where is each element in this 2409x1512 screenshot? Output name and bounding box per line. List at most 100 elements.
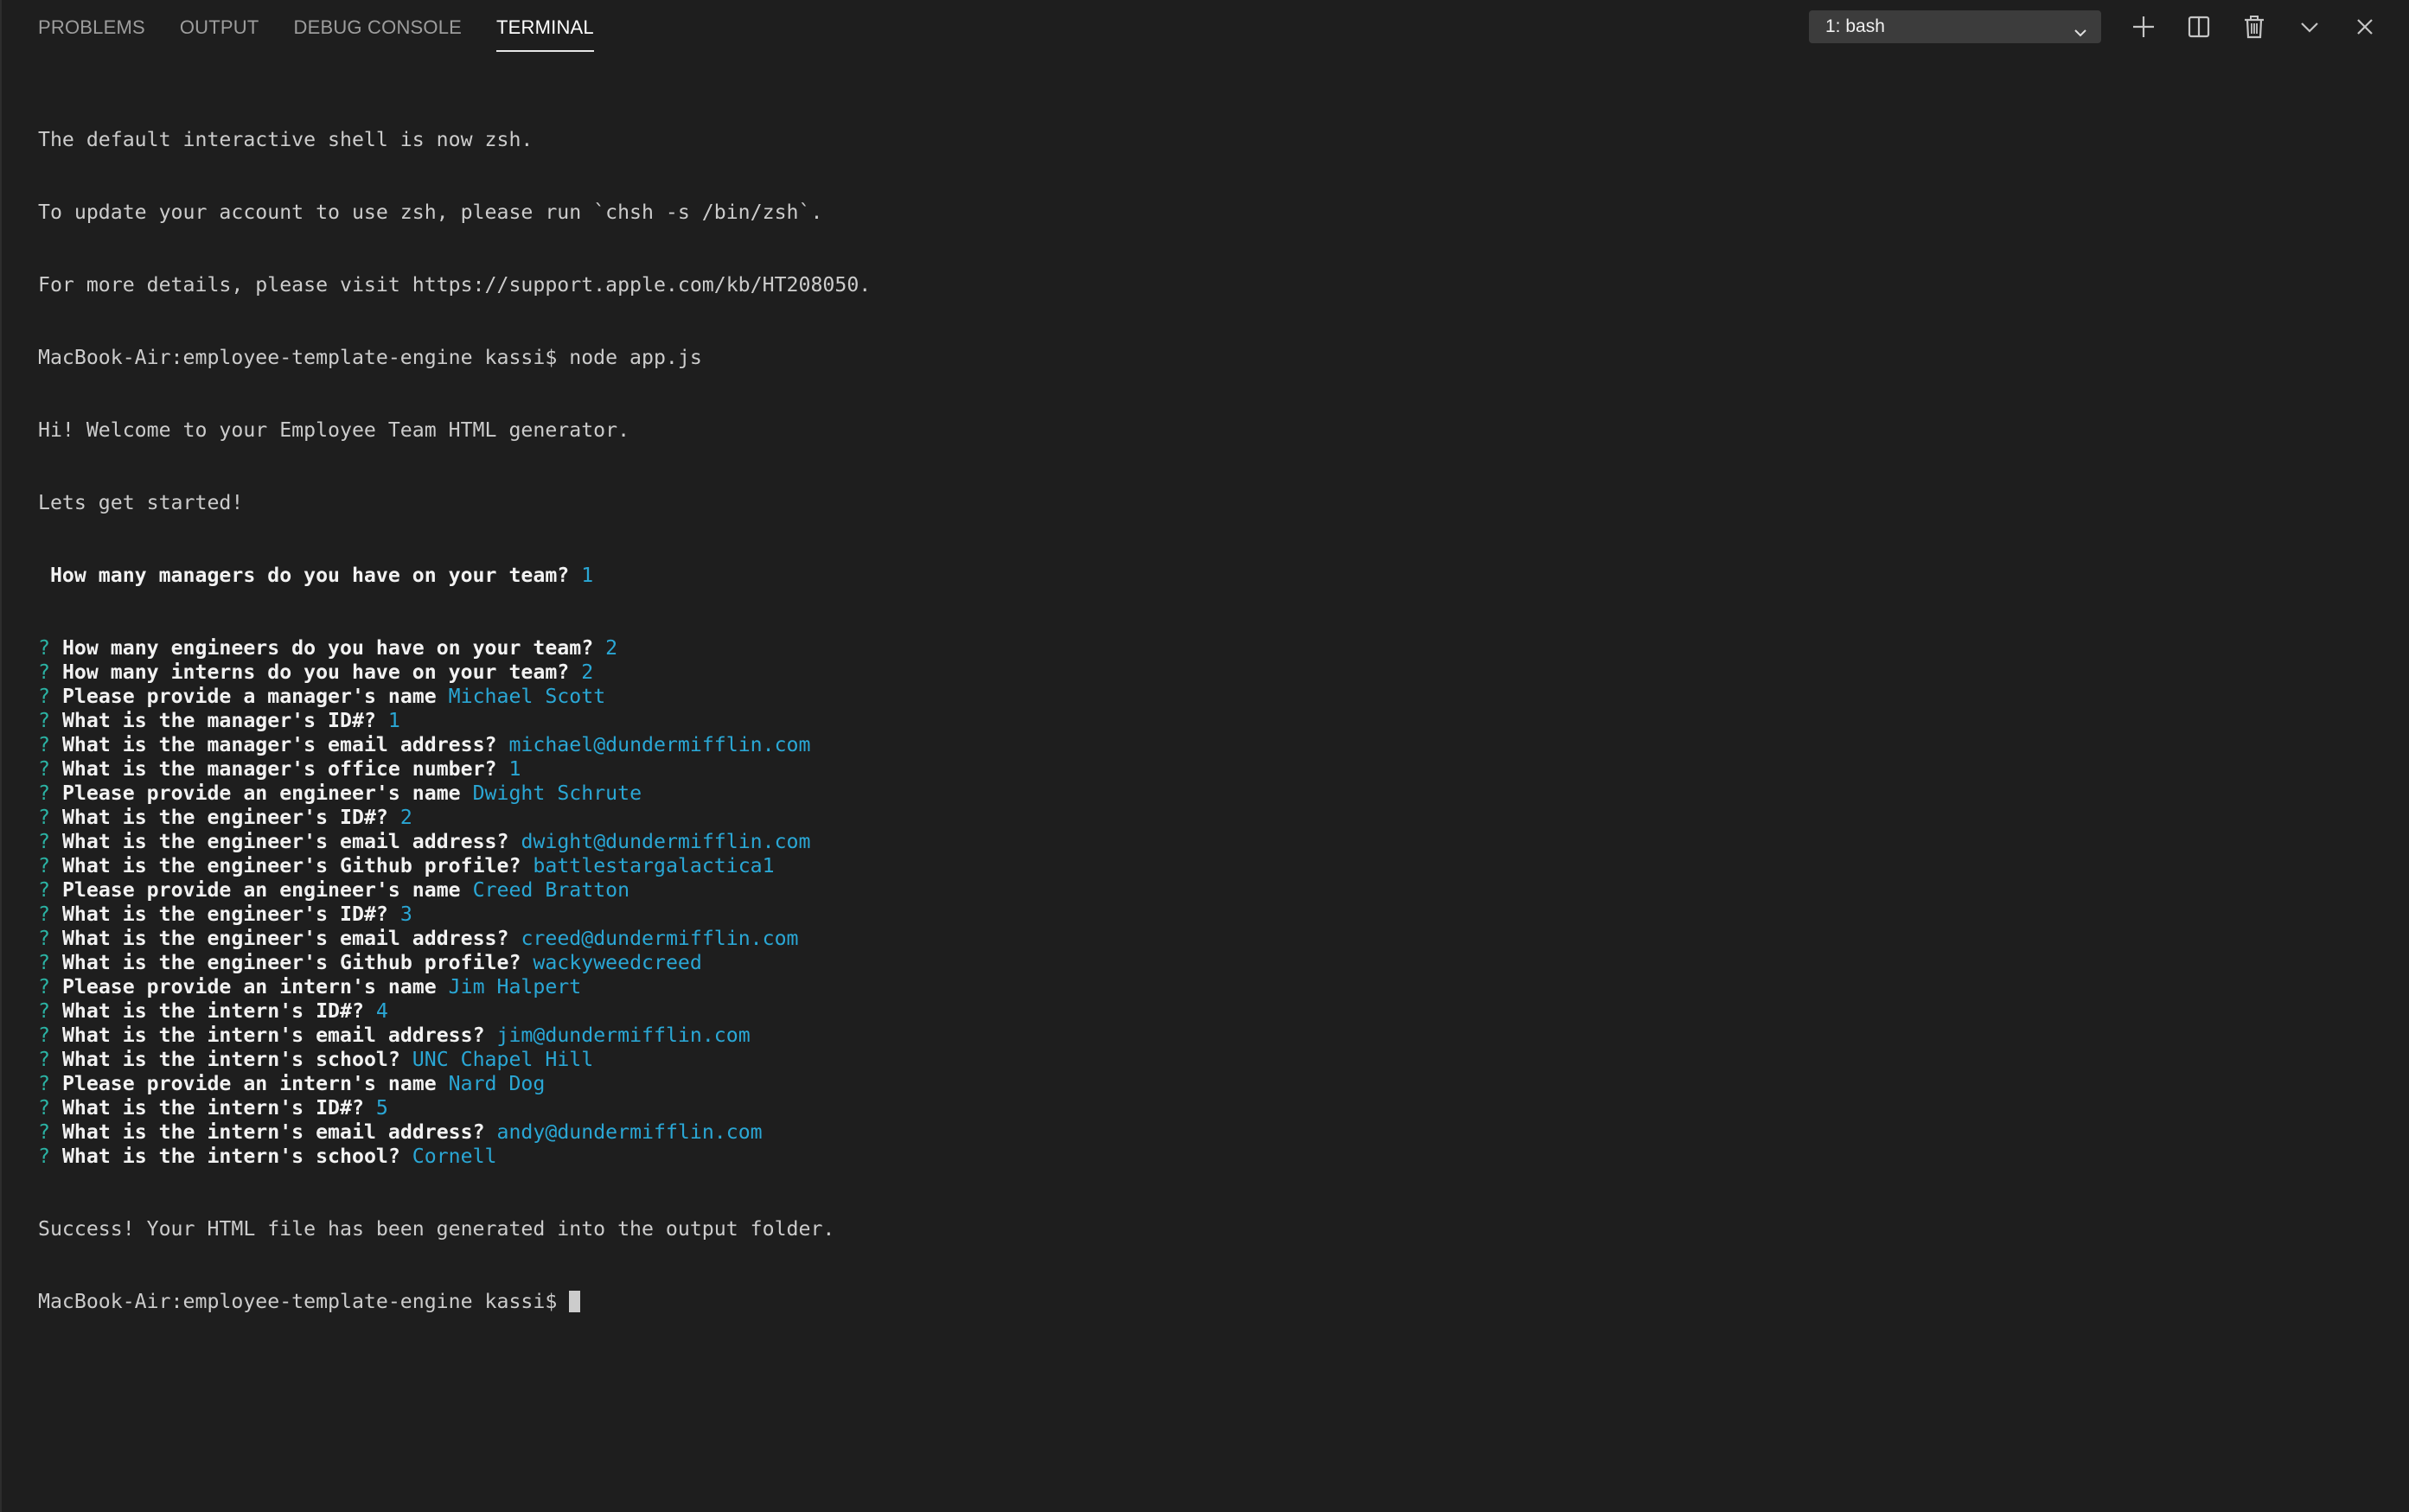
question-text: How many interns do you have on your tea… — [61, 660, 570, 684]
terminal-question-line: ? Please provide an intern's name Nard D… — [38, 1072, 2392, 1096]
shell-select-value: 1: bash — [1825, 16, 1885, 36]
panel-tabs: PROBLEMS OUTPUT DEBUG CONSOLE TERMINAL — [38, 0, 629, 55]
answer-text: michael@dundermifflin.com — [508, 733, 811, 756]
question-mark: ? — [38, 927, 50, 950]
answer-text: UNC Chapel Hill — [412, 1048, 594, 1071]
question-text: Please provide an engineer's name — [61, 782, 461, 805]
terminal-line: MacBook-Air:employee-template-engine kas… — [38, 346, 702, 369]
answer-text: Cornell — [412, 1145, 497, 1168]
question-text: What is the intern's school? — [61, 1048, 400, 1071]
terminal-line: The default interactive shell is now zsh… — [38, 128, 534, 151]
question-mark: ? — [38, 782, 50, 805]
terminal-question-line: ? What is the engineer's ID#? 3 — [38, 903, 2392, 927]
new-terminal-button[interactable] — [2127, 10, 2160, 43]
terminal-question-line: ? What is the intern's school? Cornell — [38, 1145, 2392, 1169]
question-text: Please provide an engineer's name — [61, 878, 461, 902]
question-mark: ? — [38, 1096, 50, 1120]
question-mark: ? — [38, 709, 50, 732]
question-mark: ? — [38, 806, 50, 829]
question-mark: ? — [38, 636, 50, 660]
trash-icon — [2242, 15, 2266, 39]
split-icon — [2187, 15, 2211, 39]
terminal-line: Hi! Welcome to your Employee Team HTML g… — [38, 418, 630, 442]
question-text: What is the engineer's Github profile? — [61, 951, 521, 974]
answer-text: andy@dundermifflin.com — [496, 1120, 763, 1144]
terminal-panel: PROBLEMS OUTPUT DEBUG CONSOLE TERMINAL 1… — [0, 0, 2409, 1512]
question-text: What is the intern's ID#? — [61, 999, 364, 1023]
panel-header: PROBLEMS OUTPUT DEBUG CONSOLE TERMINAL 1… — [2, 0, 2409, 55]
answer-text: 1 — [387, 709, 400, 732]
question-text: What is the manager's ID#? — [61, 709, 376, 732]
terminal-question-line: ? What is the engineer's Github profile?… — [38, 951, 2392, 975]
split-terminal-button[interactable] — [2182, 10, 2215, 43]
maximize-panel-button[interactable] — [2293, 10, 2326, 43]
prompt-text: MacBook-Air:employee-template-engine kas… — [38, 1290, 570, 1313]
answer-text: 3 — [399, 903, 412, 926]
question-mark: ? — [38, 975, 50, 998]
close-panel-button[interactable] — [2348, 10, 2381, 43]
answer-text: 5 — [375, 1096, 388, 1120]
terminal-actions — [2127, 10, 2404, 43]
chevron-down-icon — [2073, 20, 2088, 37]
terminal-question-line: ? What is the manager's ID#? 1 — [38, 709, 2392, 733]
terminal-question-line: ? What is the intern's email address? an… — [38, 1120, 2392, 1145]
question-text: What is the engineer's Github profile? — [61, 854, 521, 877]
question-text: What is the engineer's ID#? — [61, 806, 388, 829]
answer-text: 1 — [581, 564, 594, 587]
answer-text: jim@dundermifflin.com — [496, 1024, 751, 1047]
terminal-question-line: ? What is the engineer's email address? … — [38, 830, 2392, 854]
question-mark: ? — [38, 830, 50, 853]
terminal-question-line: ? How many interns do you have on your t… — [38, 660, 2392, 685]
question-mark: ? — [38, 1024, 50, 1047]
terminal-shell-select[interactable]: 1: bash — [1809, 10, 2101, 43]
terminal-question-line: How many managers do you have on your te… — [38, 564, 2392, 588]
answer-text: wackyweedcreed — [533, 951, 702, 974]
terminal-question-line: ? Please provide an engineer's name Cree… — [38, 878, 2392, 903]
terminal-question-line: ? Please provide a manager's name Michae… — [38, 685, 2392, 709]
question-text: What is the intern's school? — [61, 1145, 400, 1168]
terminal-success-line: Success! Your HTML file has been generat… — [38, 1217, 835, 1241]
answer-text: dwight@dundermifflin.com — [521, 830, 811, 853]
tab-output[interactable]: OUTPUT — [180, 0, 259, 55]
kill-terminal-button[interactable] — [2238, 10, 2271, 43]
terminal-question-line: ? What is the intern's ID#? 5 — [38, 1096, 2392, 1120]
question-text: What is the intern's email address? — [61, 1024, 485, 1047]
answer-text: Michael Scott — [448, 685, 606, 708]
tab-problems[interactable]: PROBLEMS — [38, 0, 145, 55]
terminal-question-line: ? How many engineers do you have on your… — [38, 636, 2392, 660]
question-text: What is the engineer's email address? — [61, 927, 509, 950]
terminal-question-line: ? What is the engineer's email address? … — [38, 927, 2392, 951]
question-text: What is the intern's email address? — [61, 1120, 485, 1144]
terminal-output[interactable]: The default interactive shell is now zsh… — [38, 80, 2392, 1495]
answer-text: 2 — [605, 636, 618, 660]
answer-text: creed@dundermifflin.com — [521, 927, 799, 950]
tab-debug-console[interactable]: DEBUG CONSOLE — [294, 0, 463, 55]
answer-text: 4 — [375, 999, 388, 1023]
terminal-question-line: ? What is the intern's school? UNC Chape… — [38, 1048, 2392, 1072]
question-text: Please provide an intern's name — [61, 1072, 437, 1095]
question-text: What is the manager's email address? — [61, 733, 497, 756]
question-mark: ? — [38, 999, 50, 1023]
answer-text: Creed Bratton — [472, 878, 630, 902]
tab-terminal[interactable]: TERMINAL — [496, 0, 594, 55]
question-mark: ? — [38, 1120, 50, 1144]
question-text: What is the engineer's email address? — [61, 830, 509, 853]
terminal-prompt-line: MacBook-Air:employee-template-engine kas… — [38, 1290, 2392, 1314]
question-text: How many engineers do you have on your t… — [61, 636, 594, 660]
plus-icon — [2131, 15, 2156, 39]
question-mark: ? — [38, 1145, 50, 1168]
question-text: What is the engineer's ID#? — [61, 903, 388, 926]
terminal-line: Lets get started! — [38, 491, 244, 514]
terminal-question-line: ? What is the engineer's Github profile?… — [38, 854, 2392, 878]
question-mark: ? — [38, 660, 50, 684]
terminal-question-line: ? What is the intern's email address? ji… — [38, 1024, 2392, 1048]
question-mark: ? — [38, 878, 50, 902]
answer-text: Jim Halpert — [448, 975, 582, 998]
answer-text: Nard Dog — [448, 1072, 546, 1095]
answer-text: battlestargalactica1 — [533, 854, 775, 877]
terminal-cursor — [569, 1291, 581, 1312]
question-mark: ? — [38, 854, 50, 877]
terminal-question-line: ? What is the manager's office number? 1 — [38, 757, 2392, 782]
close-icon — [2353, 15, 2377, 39]
question-text: Please provide an intern's name — [61, 975, 437, 998]
